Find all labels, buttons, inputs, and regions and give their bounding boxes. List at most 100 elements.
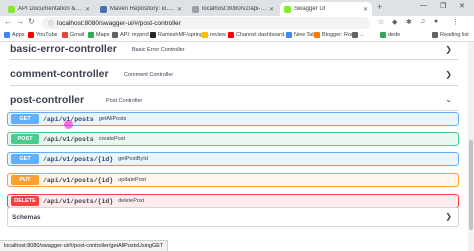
- scrollbar-thumb[interactable]: [469, 140, 473, 230]
- gmail-icon: [62, 32, 68, 38]
- bookmark-gmail[interactable]: Gmail: [62, 32, 84, 38]
- operation-path: /api/v1/posts/{id}: [43, 155, 114, 163]
- section-description: Post Controller: [106, 98, 143, 104]
- tab-favicon-icon: [284, 5, 291, 13]
- section-title[interactable]: basic-error-controller: [10, 43, 117, 55]
- close-icon[interactable]: ✕: [363, 6, 368, 13]
- chevron-right-icon[interactable]: ❯: [445, 70, 452, 79]
- operation-summary: updatePost: [118, 177, 147, 183]
- reading-list-icon: [432, 32, 438, 38]
- browser-tab-api-docs[interactable]: API Documentation & Design To ✕: [4, 2, 94, 16]
- operation-path: /api/v1/posts/{id}: [43, 176, 114, 184]
- window-close-icon[interactable]: ✕: [459, 2, 465, 10]
- bookmark-label: New Tab: [294, 32, 316, 38]
- bookmark-dede[interactable]: dede: [380, 32, 400, 38]
- browser-toolbar: ← → ↻ ⓘ localhost:8080/swagger-ui/#/post…: [0, 16, 474, 30]
- bookmark-apps[interactable]: Apps: [4, 32, 25, 38]
- page-icon: [352, 32, 358, 38]
- method-badge: DELETE: [11, 196, 39, 206]
- bookmark-github[interactable]: RameshMF/spring-...: [150, 32, 209, 38]
- bookmark-label: Gmail: [70, 32, 85, 38]
- close-icon[interactable]: ✕: [85, 6, 90, 13]
- operation-summary: deletePost: [118, 198, 145, 204]
- status-bar-url: localhost:8080/swagger-ui/#/post-control…: [0, 240, 169, 251]
- method-badge: PUT: [11, 175, 39, 185]
- forward-icon[interactable]: →: [16, 17, 24, 26]
- browser-tab-swagger-ui[interactable]: Swagger UI ✕: [280, 2, 372, 16]
- operation-summary: createPost: [98, 136, 126, 142]
- bookmark-api[interactable]: API: myprof...: [112, 32, 153, 38]
- site-info-icon[interactable]: ⓘ: [48, 19, 54, 28]
- back-icon[interactable]: ←: [4, 17, 12, 26]
- operation-summary: getAllPosts: [98, 116, 127, 122]
- section-basic-error-controller[interactable]: basic-error-controller Basic Error Contr…: [10, 42, 458, 60]
- method-badge: GET: [11, 114, 39, 124]
- reload-icon[interactable]: ↻: [28, 17, 35, 26]
- operation-get-all-posts[interactable]: GET /api/v1/posts getAllPosts: [7, 112, 459, 126]
- operation-create-post[interactable]: POST /api/v1/posts createPost: [7, 132, 459, 146]
- bookmark-maps[interactable]: Maps: [88, 32, 109, 38]
- browser-tab-maven[interactable]: Maven Repository: io.springfox ✕: [96, 2, 186, 16]
- maximize-icon[interactable]: ❐: [440, 2, 446, 10]
- browser-tab-api-json[interactable]: localhost:8080/v2/api-docs ✕: [188, 2, 278, 16]
- bookmark-label: Reading list: [440, 32, 469, 38]
- close-icon[interactable]: ✕: [269, 6, 274, 13]
- bookmark-youtube[interactable]: YouTube: [28, 32, 58, 38]
- star-icon[interactable]: ☆: [378, 18, 384, 26]
- new-tab-icon[interactable]: +: [377, 2, 382, 12]
- bookmark-label: ...: [360, 32, 365, 38]
- chevron-right-icon[interactable]: ❯: [445, 45, 452, 54]
- bookmark-label: dede: [388, 32, 401, 38]
- url-text: localhost:8080/swagger-ui/#/post-control…: [57, 19, 181, 27]
- operation-delete-post[interactable]: DELETE /api/v1/posts/{id} deletePost: [7, 194, 459, 208]
- bookmark-blogger[interactable]: Blogger: Rode: [314, 32, 357, 38]
- page-icon: [112, 32, 118, 38]
- section-title[interactable]: comment-controller: [10, 68, 109, 80]
- address-bar[interactable]: ⓘ localhost:8080/swagger-ui/#/post-contr…: [42, 17, 370, 29]
- operation-path: /api/v1/posts/{id}: [43, 197, 114, 205]
- bookmark-review[interactable]: review: [202, 32, 226, 38]
- youtube-icon: [28, 32, 34, 38]
- chevron-down-icon[interactable]: ⌄: [445, 95, 452, 104]
- close-icon[interactable]: ✕: [177, 6, 182, 13]
- section-post-controller[interactable]: post-controller Post Controller ⌄: [10, 86, 458, 111]
- tab-title: API Documentation & Design To: [18, 6, 83, 12]
- section-title[interactable]: post-controller: [10, 94, 84, 106]
- puzzle-icon[interactable]: ✱: [406, 18, 412, 26]
- method-badge: GET: [11, 154, 39, 164]
- page-icon: [202, 32, 208, 38]
- tab-favicon-icon: [8, 5, 15, 13]
- bookmark-channel[interactable]: Channel dashboard...: [228, 32, 289, 38]
- github-icon: [150, 32, 156, 38]
- bookmark-misc[interactable]: ...: [352, 32, 365, 38]
- extension-icon[interactable]: ◆: [392, 18, 397, 26]
- operation-get-post-by-id[interactable]: GET /api/v1/posts/{id} getPostById: [7, 152, 459, 166]
- tab-title: Maven Repository: io.springfox: [110, 6, 175, 12]
- chevron-right-icon[interactable]: ❯: [445, 212, 452, 221]
- section-description: Comment Controller: [124, 72, 174, 78]
- mouse-cursor-highlight: [64, 120, 73, 129]
- section-description: Basic Error Controller: [132, 47, 185, 53]
- section-comment-controller[interactable]: comment-controller Comment Controller ❯: [10, 60, 458, 86]
- tab-strip: API Documentation & Design To ✕ Maven Re…: [0, 0, 474, 16]
- operation-path: /api/v1/posts: [43, 135, 94, 143]
- schemas-section[interactable]: Schemas ❯: [7, 207, 459, 227]
- operation-update-post[interactable]: PUT /api/v1/posts/{id} updatePost: [7, 173, 459, 187]
- tab-title: Swagger UI: [294, 6, 326, 12]
- bookmark-label: Channel dashboard...: [236, 32, 289, 38]
- bookmark-label: Apps: [12, 32, 25, 38]
- avatar-icon[interactable]: ●: [434, 18, 438, 25]
- bookmark-label: review: [210, 32, 226, 38]
- menu-icon[interactable]: ⋮: [452, 18, 459, 26]
- page-icon: [380, 32, 386, 38]
- tab-title: localhost:8080/v2/api-docs: [202, 6, 267, 12]
- media-icon[interactable]: ♫: [420, 18, 425, 25]
- bookmarks-bar: Apps YouTube Gmail Maps API: myprof... R…: [0, 30, 474, 42]
- page-icon: [286, 32, 292, 38]
- reading-list[interactable]: Reading list: [432, 32, 469, 38]
- bookmark-label: YouTube: [36, 32, 58, 38]
- tab-favicon-icon: [192, 5, 199, 13]
- bookmark-new-tab[interactable]: New Tab: [286, 32, 315, 38]
- minimize-icon[interactable]: —: [420, 2, 427, 9]
- schemas-title[interactable]: Schemas: [12, 214, 41, 221]
